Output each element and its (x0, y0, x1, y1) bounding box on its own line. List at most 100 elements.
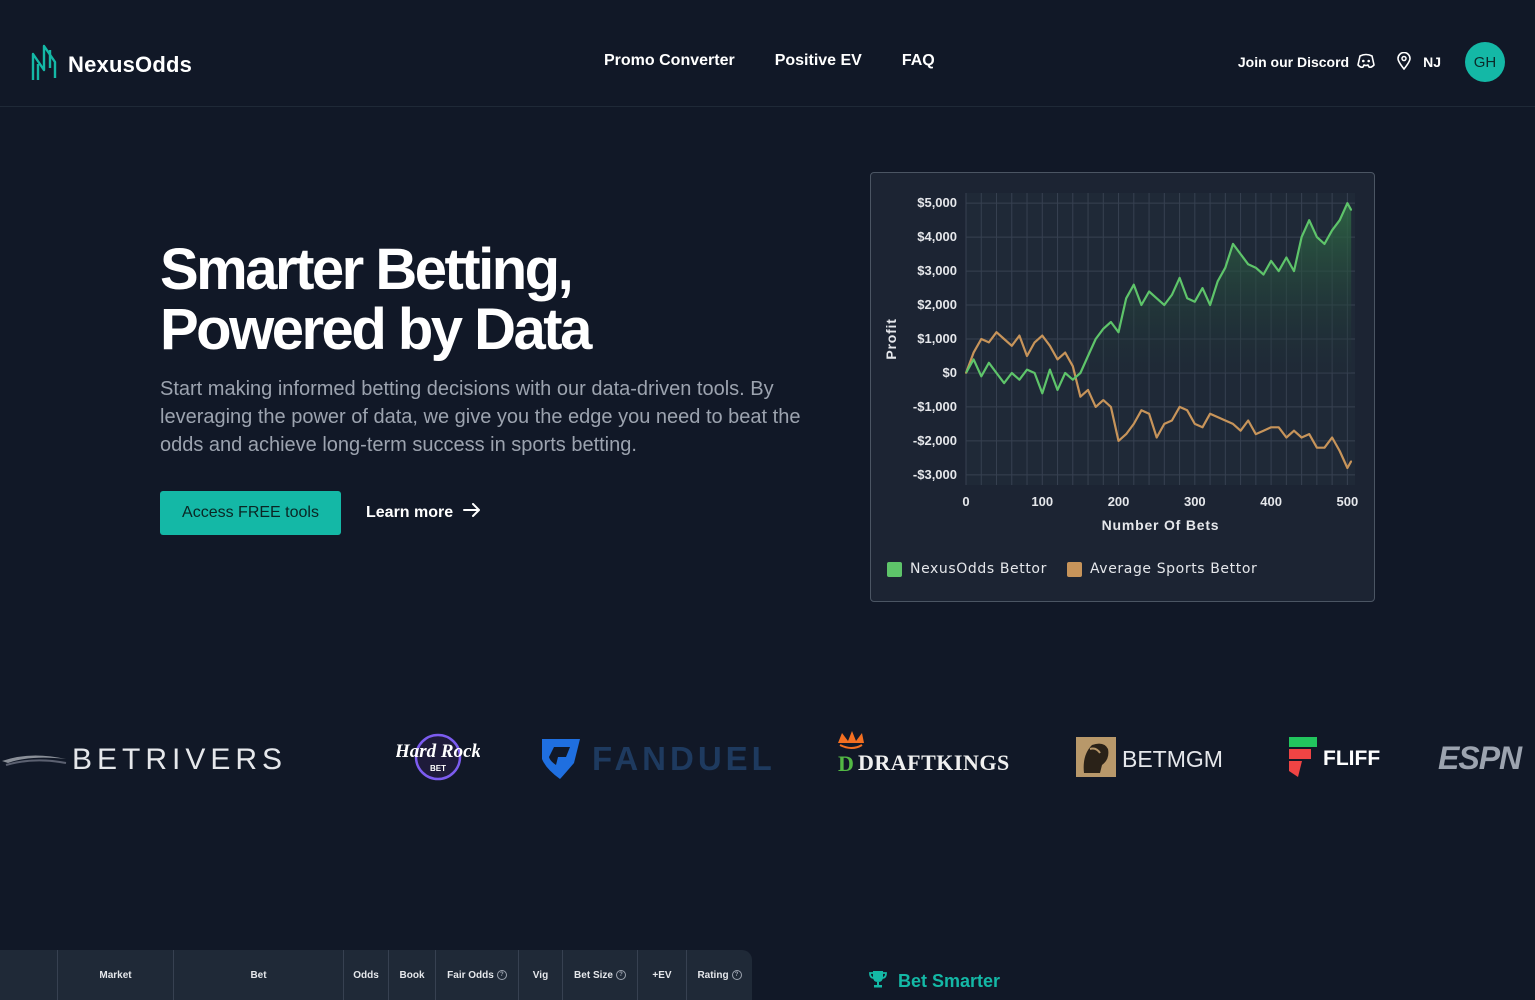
average-point (1350, 460, 1352, 463)
help-icon[interactable]: ? (731, 970, 742, 980)
fliff-logo: FLIFF (1288, 735, 1388, 779)
nexusodds-point (1155, 297, 1158, 300)
discord-icon (1357, 53, 1375, 72)
y-tick-label: -$1,000 (913, 399, 957, 414)
average-point (1125, 433, 1127, 435)
help-icon[interactable]: ? (496, 970, 507, 980)
nexusodds-point (1102, 328, 1105, 330)
average-point (1064, 351, 1066, 354)
nexusodds-point (1277, 270, 1280, 272)
col-rating[interactable]: Rating? (686, 950, 752, 1000)
user-avatar[interactable]: GH (1465, 42, 1505, 82)
profit-chart-card: $5,000 $4,000 $3,000 $2,000 $1,000 $0 -$1,000 -… (870, 172, 1375, 602)
average-point (1255, 433, 1257, 435)
header-actions: Join our Discord NJ GH (1238, 42, 1505, 82)
average-point (1186, 409, 1188, 412)
hero-title-line-1: Smarter Betting, (160, 237, 574, 302)
nexusodds-point (1033, 372, 1036, 374)
average-point (1201, 426, 1204, 429)
col-market[interactable]: Market (57, 950, 173, 1000)
betmgm-text: BETMGM (1122, 746, 1223, 772)
average-point (1209, 412, 1211, 415)
average-point (1171, 419, 1173, 422)
fliff-text: FLIFF (1323, 747, 1380, 770)
average-point (1247, 419, 1250, 422)
betmgm-logo: BETMGM (1076, 735, 1236, 779)
ev-table-header: Market Bet Odds Book Fair Odds? Vig Bet … (0, 950, 752, 1000)
state-label: NJ (1423, 54, 1441, 70)
nexusodds-point (1125, 297, 1127, 300)
nexusodds-point (1350, 209, 1352, 211)
nexusodds-point (1178, 277, 1181, 279)
brand-logo[interactable]: NexusOdds (30, 42, 192, 87)
access-free-tools-button[interactable]: Access FREE tools (160, 491, 341, 535)
nexusodds-point (988, 361, 990, 364)
col-book[interactable]: Book (388, 950, 435, 1000)
discord-label: Join our Discord (1237, 54, 1350, 70)
hardrock-logo: Hard Rock BET (396, 730, 480, 784)
nexusodds-point (1163, 304, 1166, 306)
nexusodds-point (1346, 202, 1349, 204)
nexusodds-point (1041, 392, 1044, 395)
learn-more-label: Learn more (366, 503, 454, 521)
col-odds[interactable]: Odds (343, 950, 388, 1000)
average-point (1194, 423, 1196, 425)
bet-smarter-label: Bet Smarter (898, 971, 1001, 991)
average-point (1110, 406, 1112, 408)
average-point (1338, 450, 1341, 452)
nexusodds-point (1331, 229, 1333, 232)
col-vig[interactable]: Vig (518, 950, 562, 1000)
y-axis-label: Profit (883, 318, 899, 359)
nexusodds-point (1071, 378, 1074, 381)
nexusodds-point (1338, 219, 1341, 221)
average-point (995, 331, 998, 334)
map-pin-icon (1397, 51, 1411, 73)
nexusodds-point (1003, 382, 1005, 384)
col-bet-label: Bet (250, 969, 267, 981)
y-tick-label: -$2,000 (913, 433, 957, 448)
average-point (1224, 419, 1227, 422)
nexusodds-point (995, 372, 998, 374)
nexusodds-point (1026, 368, 1028, 371)
average-point (1148, 412, 1150, 415)
nexusodds-point (1140, 304, 1143, 306)
average-point (965, 372, 967, 374)
col-bet-size[interactable]: Bet Size? (562, 950, 637, 1000)
col-fair-odds[interactable]: Fair Odds? (435, 950, 518, 1000)
nav-faq[interactable]: FAQ (902, 52, 935, 70)
nexusodds-point (1224, 266, 1227, 269)
draftkings-logo: D DRAFTKINGS (832, 729, 1022, 779)
nav-positive-ev[interactable]: Positive EV (775, 52, 862, 70)
discord-link[interactable]: Join our Discord (1238, 53, 1375, 72)
hero-title: Smarter Betting, Powered by Data (160, 237, 592, 362)
col-bet[interactable]: Bet (173, 950, 343, 1000)
average-point (1087, 389, 1089, 391)
average-point (1079, 395, 1082, 398)
average-point (1033, 341, 1036, 344)
average-point (1071, 365, 1074, 367)
learn-more-link[interactable]: Learn more (366, 503, 481, 522)
hero-description: Start making informed betting decisions … (160, 378, 801, 456)
nexusodds-point (1018, 378, 1021, 381)
nexusodds-point (1216, 280, 1219, 283)
nexusodds-point (1117, 331, 1120, 334)
help-icon[interactable]: ? (615, 970, 626, 980)
location-selector[interactable]: NJ (1397, 51, 1441, 73)
average-point (1293, 429, 1295, 432)
hardrock-text: Hard Rock (396, 741, 480, 762)
nexusodds-point (972, 358, 975, 361)
col-ev[interactable]: +EV (637, 950, 686, 1000)
arrow-right-icon (463, 503, 481, 522)
x-axis-label: Number Of Bets (1102, 517, 1220, 533)
average-point (1262, 429, 1265, 432)
y-tick-label: $5,000 (917, 195, 957, 210)
y-tick-label: $2,000 (917, 297, 957, 312)
nexusodds-point (1079, 372, 1082, 374)
nexusodds-point (1064, 372, 1066, 374)
average-point (1216, 416, 1219, 418)
nexusodds-point (1010, 372, 1013, 374)
x-tick-label: 400 (1260, 494, 1282, 509)
nexusodds-point (980, 375, 983, 378)
hero-title-line-2: Powered by Data (160, 297, 592, 362)
nav-promo-converter[interactable]: Promo Converter (604, 52, 735, 70)
